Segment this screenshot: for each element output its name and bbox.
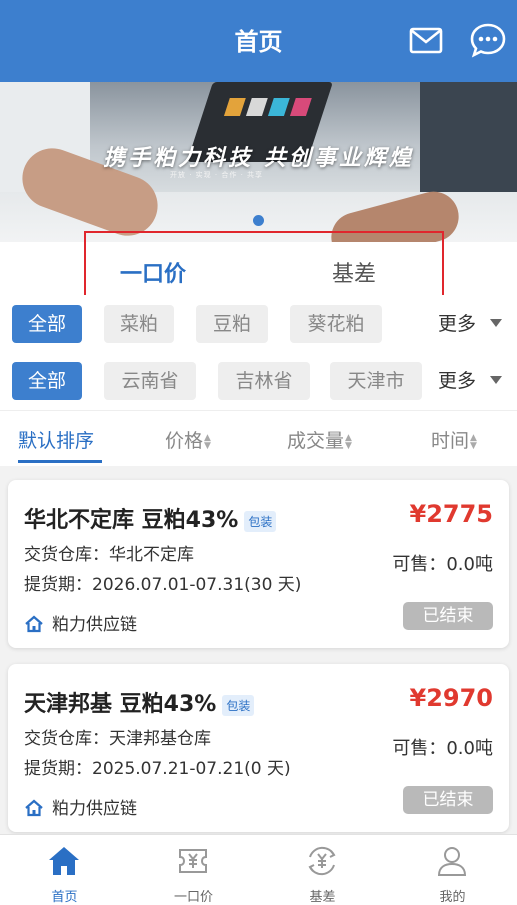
available-quantity: 可售：0.0吨: [392, 738, 493, 759]
filter-product-sunflower-meal[interactable]: 葵花粕: [290, 305, 382, 343]
chat-icon[interactable]: [469, 22, 507, 60]
sort-time-label: 时间: [431, 430, 470, 452]
filter-region-yunnan[interactable]: 云南省: [104, 362, 196, 400]
highlight-annotation-box: [84, 231, 444, 298]
supplier: 粕力供应链: [24, 794, 137, 819]
filter-product-all[interactable]: 全部: [12, 305, 82, 343]
filter-region-tianjin[interactable]: 天津市: [330, 362, 422, 400]
region-more-button[interactable]: 更多: [438, 366, 476, 393]
packaging-tag: 包装: [244, 510, 277, 532]
home-icon: [25, 615, 43, 633]
delivery-warehouse: 交货仓库：天津邦基仓库: [24, 729, 211, 749]
sort-time[interactable]: 时间▲ ▼: [431, 426, 477, 453]
mail-icon[interactable]: [408, 22, 446, 60]
sort-arrows-icon: ▲ ▼: [204, 432, 211, 451]
user-icon: [437, 847, 467, 876]
filter-product-soybean-meal[interactable]: 豆粕: [196, 305, 268, 343]
supplier: 粕力供应链: [24, 610, 137, 635]
sort-active-indicator: [18, 460, 102, 463]
delivery-warehouse: 交货仓库：华北不定库: [24, 545, 194, 565]
nav-home[interactable]: 首页: [0, 835, 129, 905]
pickup-period: 提货期：2026.07.01-07.31(30 天): [24, 575, 302, 595]
supplier-name: 粕力供应链: [52, 615, 137, 635]
nav-basis-label: 基差: [309, 890, 336, 905]
region-filter-row: 全部 云南省 吉林省 天津市 更多: [0, 352, 517, 410]
home-icon: [49, 847, 79, 875]
sort-price[interactable]: 价格▲ ▼: [165, 426, 211, 453]
listing-card[interactable]: 华北不定库 豆粕43% 包装 ¥2775 交货仓库：华北不定库 提货期：2026.…: [8, 480, 509, 648]
listing-title: 天津邦基 豆粕43% 包装: [24, 686, 255, 718]
sort-arrows-icon: ▲ ▼: [345, 432, 352, 451]
chevron-down-icon[interactable]: [490, 319, 502, 327]
available-quantity: 可售：0.0吨: [392, 554, 493, 575]
filter-product-rapeseed-meal[interactable]: 菜粕: [104, 305, 174, 343]
banner-subtitle: 开放 · 实现 · 合作 · 共享: [170, 171, 264, 179]
nav-profile-label: 我的: [439, 890, 466, 905]
bottom-nav: 首页 一口价 基差 我的: [0, 834, 517, 905]
sort-volume[interactable]: 成交量▲ ▼: [287, 426, 352, 453]
app-header: 首页: [0, 0, 517, 82]
status-badge: 已结束: [403, 786, 493, 814]
banner-photo-detail: [289, 98, 312, 116]
sort-default-label: 默认排序: [18, 430, 95, 452]
listing-title: 华北不定库 豆粕43% 包装: [24, 502, 277, 534]
listing-price: ¥2775: [409, 500, 494, 528]
nav-basis[interactable]: 基差: [258, 835, 387, 905]
carousel-indicator[interactable]: [253, 215, 264, 226]
sort-volume-label: 成交量: [287, 430, 345, 452]
listing-card[interactable]: 天津邦基 豆粕43% 包装 ¥2970 交货仓库：天津邦基仓库 提货期：2025.…: [8, 664, 509, 832]
chevron-down-icon[interactable]: [490, 376, 502, 384]
banner-slogan: 携手粕力科技 共创事业辉煌: [103, 146, 414, 171]
supplier-name: 粕力供应链: [52, 799, 137, 819]
sort-arrows-icon: ▲ ▼: [470, 432, 477, 451]
banner-photo-detail: [245, 98, 268, 116]
home-icon: [25, 799, 43, 817]
filter-region-all[interactable]: 全部: [12, 362, 82, 400]
yuan-exchange-icon: [308, 846, 336, 876]
pickup-period: 提货期：2025.07.21-07.21(0 天): [24, 759, 291, 779]
banner-photo-detail: [267, 98, 290, 116]
product-more-button[interactable]: 更多: [438, 309, 476, 336]
filter-region-jilin[interactable]: 吉林省: [218, 362, 310, 400]
yuan-ticket-icon: [179, 849, 207, 873]
packaging-tag: 包装: [222, 694, 255, 716]
product-filter-row: 全部 菜粕 豆粕 葵花粕 更多: [0, 295, 517, 353]
banner-photo-detail: [223, 98, 246, 116]
listing-title-text: 华北不定库 豆粕43%: [24, 508, 239, 533]
nav-fixed-price-label: 一口价: [173, 890, 213, 905]
listing-title-text: 天津邦基 豆粕43%: [24, 692, 217, 717]
nav-home-label: 首页: [51, 890, 78, 905]
nav-fixed-price[interactable]: 一口价: [129, 835, 258, 905]
sort-price-label: 价格: [165, 430, 204, 452]
promo-banner[interactable]: 携手粕力科技 共创事业辉煌 开放 · 实现 · 合作 · 共享: [0, 82, 517, 242]
nav-profile[interactable]: 我的: [388, 835, 517, 905]
listing-price: ¥2970: [409, 684, 494, 712]
sort-bar: 默认排序 价格▲ ▼ 成交量▲ ▼ 时间▲ ▼: [0, 410, 517, 466]
status-badge: 已结束: [403, 602, 493, 630]
sort-default[interactable]: 默认排序: [18, 426, 94, 453]
